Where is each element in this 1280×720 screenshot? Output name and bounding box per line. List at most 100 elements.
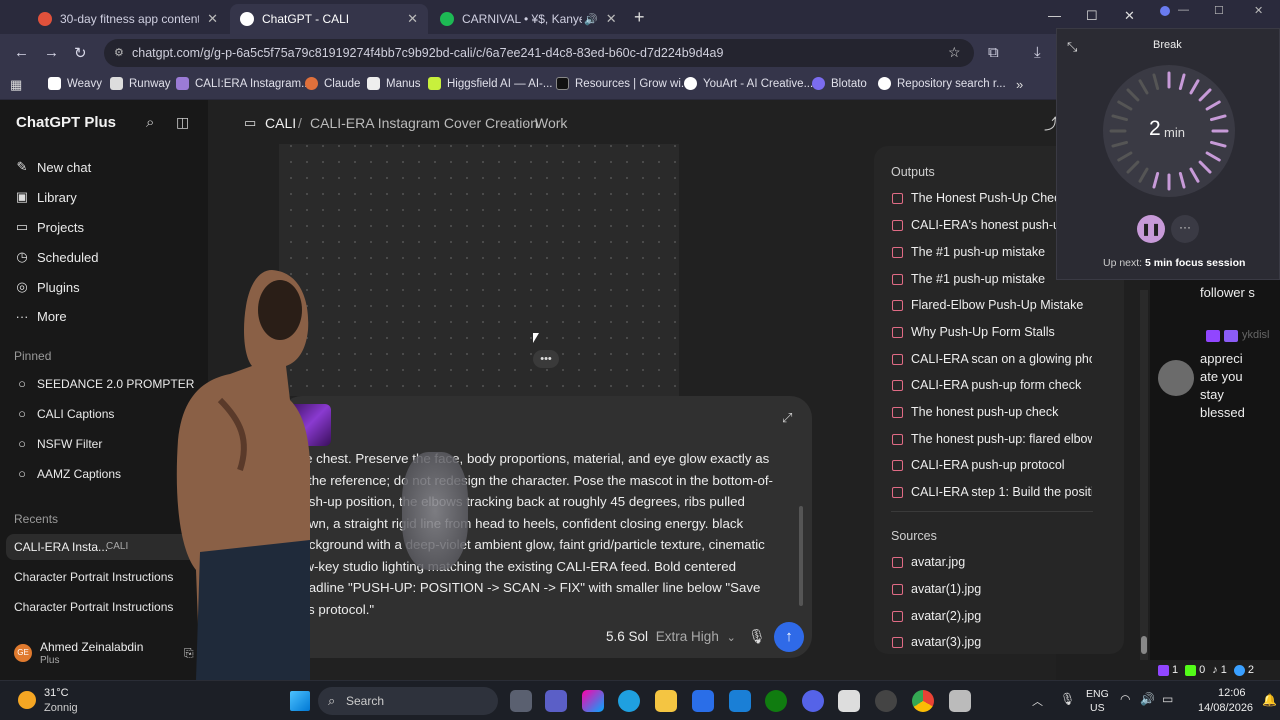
site-info-icon[interactable]: ⚙	[114, 46, 124, 59]
close-icon[interactable]: ✕	[207, 11, 218, 27]
source-item[interactable]: avatar(1).jpg	[892, 582, 1092, 596]
sidebar-item-plugins[interactable]: ◎ Plugins	[14, 279, 79, 295]
recent-item[interactable]: Character Portrait Instructions	[14, 570, 173, 584]
bookmark-weavy[interactable]: Weavy	[48, 77, 102, 90]
pause-button[interactable]: ❚❚	[1137, 215, 1165, 243]
output-item[interactable]: CALI-ERA step 1: Build the position	[892, 485, 1092, 499]
volume-icon[interactable]: 🔊	[1140, 692, 1155, 706]
chrome-icon[interactable]	[912, 690, 934, 712]
source-item[interactable]: avatar.jpg	[892, 555, 1092, 569]
focus-app-taskbar-icon[interactable]	[802, 690, 824, 712]
weather-temp[interactable]: 31°C	[44, 687, 69, 699]
maximize-icon[interactable]: ☐	[1086, 8, 1098, 24]
compact-view-icon[interactable]: ⤡	[1067, 39, 1077, 55]
prompt-input[interactable]: the chest. Preserve the face, body propo…	[294, 448, 774, 620]
bookmark-repository-search[interactable]: Repository search r...	[878, 77, 1006, 90]
sidebar-toggle-icon[interactable]: ◫	[176, 114, 189, 131]
page-title[interactable]: CALI-ERA Instagram Cover Creation	[310, 115, 538, 131]
user-name[interactable]: Ahmed Zeinalabdin	[40, 640, 143, 654]
xbox-icon[interactable]	[765, 690, 787, 712]
tab-spotify-carnival[interactable]: CARNIVAL • ¥$, Kanye West 🔊 ✕	[430, 4, 630, 34]
tab-chatgpt-cali[interactable]: ChatGPT - CALI ✕	[230, 4, 428, 34]
sidebar-item-new-chat[interactable]: ✎ New chat	[14, 159, 92, 175]
bookmark-youart[interactable]: YouArt - AI Creative...	[684, 77, 813, 90]
avatar[interactable]: GE	[14, 644, 32, 662]
focus-maximize-icon[interactable]: ☐	[1214, 4, 1224, 17]
extensions-icon[interactable]: ⧉	[988, 44, 999, 61]
battery-icon[interactable]: ▭	[1162, 692, 1173, 706]
recent-item[interactable]: Character Portrait Instructions	[14, 600, 173, 614]
apps-grid-icon[interactable]: ▦	[10, 77, 22, 93]
address-bar[interactable]: ⚙ chatgpt.com/g/g-p-6a5c5f75a79c81919274…	[104, 39, 974, 67]
task-view-icon[interactable]	[510, 690, 532, 712]
back-icon[interactable]: ←	[14, 44, 29, 61]
prompt-composer[interactable]: ⤢ the chest. Preserve the face, body pro…	[280, 396, 812, 658]
pinned-item[interactable]: ○ CALI Captions	[14, 406, 114, 421]
sun-weather-icon[interactable]	[18, 691, 36, 709]
wifi-icon[interactable]: ◠	[1120, 692, 1130, 706]
edge-icon[interactable]	[618, 690, 640, 712]
bookmark-cali-era[interactable]: CALI:ERA Instagram...	[176, 77, 311, 90]
output-item[interactable]: Flared-Elbow Push-Up Mistake	[892, 298, 1092, 312]
microphone-icon[interactable]: 🎙	[748, 628, 766, 645]
folder-label[interactable]: Work	[535, 115, 567, 131]
close-icon[interactable]: ✕	[606, 11, 617, 27]
window-app-icon[interactable]	[838, 690, 860, 712]
bookmark-higgsfield[interactable]: Higgsfield AI — AI-...	[428, 77, 552, 90]
clock-time[interactable]: 12:06	[1218, 687, 1246, 699]
language-top[interactable]: ENG	[1086, 688, 1109, 700]
whiteboard-icon[interactable]	[729, 690, 751, 712]
bookmark-star-icon[interactable]: ☆	[948, 44, 961, 61]
generated-image-preview[interactable]: •••	[279, 144, 679, 396]
bookmark-resources[interactable]: Resources | Grow wi...	[556, 77, 690, 90]
image-more-options-icon[interactable]: •••	[533, 350, 559, 368]
output-item[interactable]: CALI-ERA scan on a glowing phone	[892, 352, 1092, 366]
capcut-icon[interactable]	[949, 690, 971, 712]
search-icon[interactable]: ⌕	[146, 114, 154, 131]
pinned-item[interactable]: ○ NSFW Filter	[14, 436, 102, 451]
obs-icon[interactable]	[875, 690, 897, 712]
source-item[interactable]: avatar(2).jpg	[892, 609, 1092, 623]
focus-app-icon[interactable]	[1160, 6, 1170, 16]
output-item[interactable]: The honest push-up: flared elbow...	[892, 432, 1092, 446]
teams-icon[interactable]	[545, 690, 567, 712]
sidebar-item-scheduled[interactable]: ◷ Scheduled	[14, 249, 98, 265]
tray-chevron-icon[interactable]: ︿	[1032, 693, 1043, 709]
sidebar-item-more[interactable]: ··· More	[14, 309, 67, 324]
expand-icon[interactable]: ⤢	[782, 410, 792, 426]
model-selector[interactable]: 5.6 Sol Extra High ⌄	[606, 629, 736, 644]
output-item[interactable]: The honest push-up check	[892, 405, 1092, 419]
reload-icon[interactable]: ↻	[74, 44, 87, 62]
bookmark-runway[interactable]: Runway	[110, 77, 171, 90]
breadcrumb-project[interactable]: CALI	[265, 115, 296, 131]
download-icon[interactable]: ⤓	[1034, 44, 1041, 61]
bookmark-blotato[interactable]: Blotato	[812, 77, 867, 90]
pinned-item[interactable]: ○ AAMZ Captions	[14, 466, 121, 481]
sidebar-item-projects[interactable]: ▭ Projects	[14, 219, 84, 235]
copilot-icon[interactable]	[582, 690, 604, 712]
output-item[interactable]: CALI-ERA push-up protocol	[892, 458, 1092, 472]
speaker-icon[interactable]: 🔊	[584, 13, 598, 26]
focus-close-icon[interactable]: ✕	[1254, 4, 1263, 17]
minimize-icon[interactable]: —	[1048, 8, 1061, 23]
send-button[interactable]: ↑	[774, 622, 804, 652]
bookmark-manus[interactable]: Manus	[367, 77, 421, 90]
new-tab-icon[interactable]: +	[634, 7, 645, 28]
windows-start-icon[interactable]	[290, 691, 310, 711]
output-item[interactable]: Why Push-Up Form Stalls	[892, 325, 1092, 339]
taskbar-search[interactable]: ⌕ Search	[318, 687, 498, 715]
notification-bell-icon[interactable]: 🔔	[1262, 693, 1277, 707]
outlook-icon[interactable]	[692, 690, 714, 712]
composer-scrollbar[interactable]	[799, 506, 803, 606]
focus-minimize-icon[interactable]: —	[1178, 4, 1189, 16]
sidebar-item-library[interactable]: ▣ Library	[14, 189, 77, 205]
output-item[interactable]: CALI-ERA push-up form check	[892, 378, 1092, 392]
more-options-button[interactable]: ···	[1171, 215, 1199, 243]
file-explorer-icon[interactable]	[655, 690, 677, 712]
page-scrollbar[interactable]	[1140, 290, 1148, 660]
app-title[interactable]: ChatGPT Plus	[16, 114, 116, 131]
tab-fitness-calendar[interactable]: 30-day fitness app content cale ✕	[28, 4, 228, 34]
close-window-icon[interactable]: ✕	[1124, 8, 1135, 24]
forward-icon[interactable]: →	[44, 44, 59, 61]
microphone-icon[interactable]: 🎙	[1060, 692, 1075, 706]
